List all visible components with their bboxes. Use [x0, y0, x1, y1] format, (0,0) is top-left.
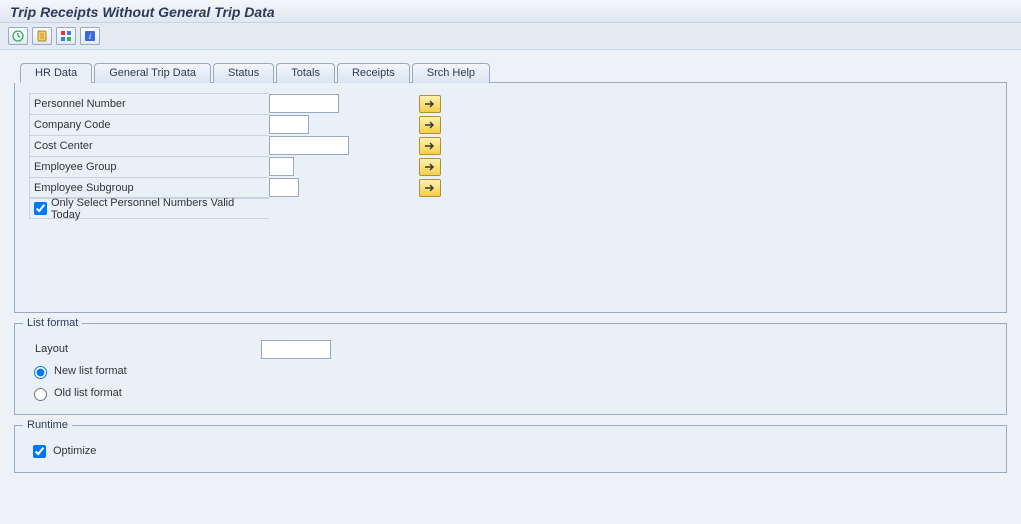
new-list-format-option[interactable]: New list format — [29, 363, 127, 379]
arrow-right-icon — [424, 162, 436, 172]
employee-subgroup-label: Employee Subgroup — [29, 177, 269, 198]
arrow-right-icon — [424, 141, 436, 151]
tab-status[interactable]: Status — [213, 63, 274, 83]
tab-totals[interactable]: Totals — [276, 63, 335, 83]
arrow-right-icon — [424, 120, 436, 130]
tab-receipts[interactable]: Receipts — [337, 63, 410, 83]
personnel-number-input[interactable] — [269, 94, 339, 113]
new-list-format-radio[interactable] — [34, 366, 47, 379]
arrow-right-icon — [424, 99, 436, 109]
execute-button[interactable] — [8, 27, 28, 45]
personnel-number-multiselect[interactable] — [419, 95, 441, 113]
page-title: Trip Receipts Without General Trip Data — [10, 4, 1011, 20]
info-icon: i — [84, 30, 96, 42]
toolbar: i — [0, 23, 1021, 50]
valid-today-label: Only Select Personnel Numbers Valid Toda… — [51, 197, 265, 221]
clock-icon — [12, 30, 24, 42]
layout-label: Layout — [29, 343, 261, 355]
employee-group-input[interactable] — [269, 157, 294, 176]
valid-today-checkbox[interactable] — [34, 202, 47, 215]
company-code-input[interactable] — [269, 115, 309, 134]
tab-general-trip-data[interactable]: General Trip Data — [94, 63, 211, 83]
tab-hr-data[interactable]: HR Data — [20, 63, 92, 83]
employee-subgroup-input[interactable] — [269, 178, 299, 197]
tab-srch-help[interactable]: Srch Help — [412, 63, 490, 83]
variants-button[interactable] — [32, 27, 52, 45]
runtime-group: Runtime Optimize — [14, 425, 1007, 473]
old-list-format-label: Old list format — [54, 387, 122, 399]
new-list-format-label: New list format — [54, 365, 127, 377]
company-code-multiselect[interactable] — [419, 116, 441, 134]
svg-text:i: i — [89, 32, 91, 41]
layout-input[interactable] — [261, 340, 331, 359]
window-header: Trip Receipts Without General Trip Data — [0, 0, 1021, 23]
content-area: HR Data General Trip Data Status Totals … — [0, 50, 1021, 485]
employee-group-label: Employee Group — [29, 156, 269, 177]
ledger-icon — [36, 30, 48, 42]
cost-center-label: Cost Center — [29, 135, 269, 156]
list-format-group: List format Layout New list format Old l… — [14, 323, 1007, 415]
dynamic-selections-button[interactable] — [56, 27, 76, 45]
runtime-title: Runtime — [23, 419, 72, 431]
hr-data-panel: Personnel Number Company Code Cost Cente… — [14, 83, 1007, 313]
personnel-number-label: Personnel Number — [29, 93, 269, 114]
cost-center-multiselect[interactable] — [419, 137, 441, 155]
info-button[interactable]: i — [80, 27, 100, 45]
company-code-label: Company Code — [29, 114, 269, 135]
multicolor-icon — [60, 30, 72, 42]
cost-center-input[interactable] — [269, 136, 349, 155]
old-list-format-option[interactable]: Old list format — [29, 385, 122, 401]
optimize-label: Optimize — [53, 445, 96, 457]
tabstrip: HR Data General Trip Data Status Totals … — [20, 62, 1007, 83]
arrow-right-icon — [424, 183, 436, 193]
employee-subgroup-multiselect[interactable] — [419, 179, 441, 197]
old-list-format-radio[interactable] — [34, 388, 47, 401]
employee-group-multiselect[interactable] — [419, 158, 441, 176]
optimize-option[interactable]: Optimize — [29, 442, 96, 461]
optimize-checkbox[interactable] — [33, 445, 46, 458]
list-format-title: List format — [23, 317, 82, 329]
